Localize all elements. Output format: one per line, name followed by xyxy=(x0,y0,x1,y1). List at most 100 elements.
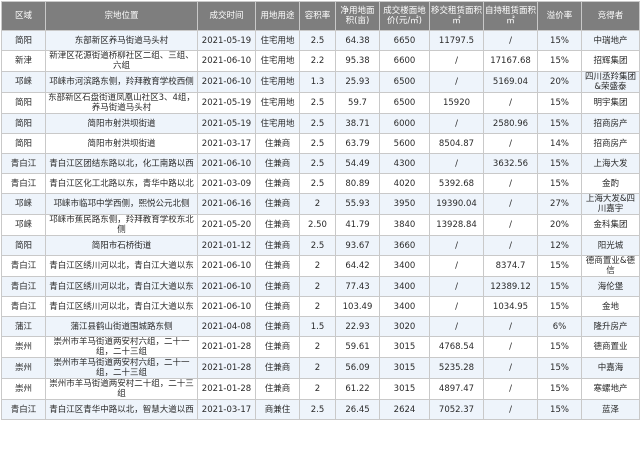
cell-parcel-location: 邛崃市河滨路东侧，羚拜教育学校西侧 xyxy=(45,71,198,93)
cell-net-area: 61.22 xyxy=(335,378,380,400)
cell-floor-price: 3400 xyxy=(379,276,430,297)
table-row: 青白江 青白江区化工北路以东，青华中路以北 2021-03-09 住兼商 2.5 80.8… xyxy=(1,173,640,194)
column-header-parcel-location: 宗地位置 xyxy=(45,1,198,31)
cell-land-use: 住兼商 xyxy=(255,133,300,154)
cell-plot-ratio: 2 xyxy=(299,296,336,317)
cell-self-hold-rental-area: / xyxy=(483,399,538,420)
cell-plot-ratio: 2 xyxy=(299,378,336,400)
cell-district: 青白江 xyxy=(1,276,46,297)
cell-land-use: 住兼商 xyxy=(255,235,300,256)
table-row: 青白江 青白江区绣川河以北，青白江大道以东 2021-06-10 住兼商 2 77.43 3… xyxy=(1,276,640,297)
cell-deal-date: 2021-05-19 xyxy=(197,92,256,114)
table-row: 邛崃 邛崃市蕉民路东侧，羚拜教育学校东北侧 2021-05-20 住兼商 2.50 41.… xyxy=(1,214,640,236)
column-header-winner: 竞得者 xyxy=(581,1,640,31)
cell-deal-date: 2021-06-10 xyxy=(197,153,256,174)
cell-premium-rate: 14% xyxy=(537,133,582,154)
cell-winner: 德商置业&德信 xyxy=(581,255,640,277)
cell-deal-date: 2021-03-17 xyxy=(197,133,256,154)
cell-land-use: 住兼商 xyxy=(255,214,300,236)
cell-transfer-rental-area: 11797.5 xyxy=(429,30,484,51)
cell-net-area: 56.09 xyxy=(335,357,380,379)
cell-premium-rate: 15% xyxy=(537,357,582,379)
cell-district: 青白江 xyxy=(1,153,46,174)
table-row: 崇州 崇州市羊马街道两安村六组，二十一组，二十三组 2021-01-28 住兼商 2 59… xyxy=(1,336,640,358)
cell-self-hold-rental-area: 17167.68 xyxy=(483,50,538,72)
table-row: 邛崃 邛崃市临邛中学西侧，熙悦公元北侧 2021-06-16 住兼商 2 55.93 395… xyxy=(1,193,640,215)
cell-parcel-location: 蒲江县鹤山街道围城路东侧 xyxy=(45,316,198,337)
table-row: 邛崃 邛崃市河滨路东侧，羚拜教育学校西侧 2021-06-10 住宅用地 1.3 25.9… xyxy=(1,71,640,93)
cell-self-hold-rental-area: / xyxy=(483,235,538,256)
cell-premium-rate: 15% xyxy=(537,336,582,358)
table-row: 简阳 东部新区石盘街道凤凰山社区3、4组，养马街道马头村 2021-05-19 住宅用… xyxy=(1,92,640,114)
cell-floor-price: 4020 xyxy=(379,173,430,194)
cell-land-use: 住兼商 xyxy=(255,193,300,215)
table-row: 崇州 崇州市羊马街道两安村二十组，二十三组 2021-01-28 住兼商 2 61.22 3… xyxy=(1,378,640,400)
cell-winner: 中嘉海 xyxy=(581,357,640,379)
cell-deal-date: 2021-06-10 xyxy=(197,296,256,317)
cell-premium-rate: 15% xyxy=(537,378,582,400)
cell-self-hold-rental-area: / xyxy=(483,193,538,215)
cell-net-area: 80.89 xyxy=(335,173,380,194)
cell-land-use: 住兼商 xyxy=(255,296,300,317)
cell-deal-date: 2021-06-10 xyxy=(197,276,256,297)
cell-net-area: 26.45 xyxy=(335,399,380,420)
cell-district: 崇州 xyxy=(1,357,46,379)
cell-winner: 金科集团 xyxy=(581,214,640,236)
column-header-premium-rate: 溢价率 xyxy=(537,1,582,31)
cell-winner: 海伦堡 xyxy=(581,276,640,297)
cell-floor-price: 2624 xyxy=(379,399,430,420)
cell-land-use: 住宅用地 xyxy=(255,50,300,72)
cell-net-area: 55.93 xyxy=(335,193,380,215)
cell-plot-ratio: 2 xyxy=(299,193,336,215)
cell-premium-rate: 15% xyxy=(537,255,582,277)
column-header-deal-date: 成交时间 xyxy=(197,1,256,31)
cell-transfer-rental-area: 5235.28 xyxy=(429,357,484,379)
cell-self-hold-rental-area: 3632.56 xyxy=(483,153,538,174)
cell-winner: 蓝泽 xyxy=(581,399,640,420)
cell-floor-price: 6000 xyxy=(379,113,430,134)
cell-land-use: 住兼商 xyxy=(255,255,300,277)
cell-plot-ratio: 2 xyxy=(299,255,336,277)
cell-transfer-rental-area: / xyxy=(429,153,484,174)
cell-premium-rate: 12% xyxy=(537,235,582,256)
cell-transfer-rental-area: 8504.87 xyxy=(429,133,484,154)
cell-district: 邛崃 xyxy=(1,71,46,93)
cell-premium-rate: 15% xyxy=(537,50,582,72)
cell-floor-price: 6500 xyxy=(379,71,430,93)
cell-net-area: 63.79 xyxy=(335,133,380,154)
cell-self-hold-rental-area: / xyxy=(483,214,538,236)
cell-winner: 上海大发&四川嘉宇 xyxy=(581,193,640,215)
cell-plot-ratio: 2.5 xyxy=(299,133,336,154)
cell-transfer-rental-area: 5392.68 xyxy=(429,173,484,194)
cell-premium-rate: 15% xyxy=(537,30,582,51)
cell-parcel-location: 东部新区养马街道马头村 xyxy=(45,30,198,51)
cell-transfer-rental-area: 19390.04 xyxy=(429,193,484,215)
cell-winner: 上海大发 xyxy=(581,153,640,174)
cell-net-area: 93.67 xyxy=(335,235,380,256)
cell-transfer-rental-area: / xyxy=(429,71,484,93)
column-header-floor-price: 成交楼面地价(元/㎡) xyxy=(379,1,430,31)
cell-district: 简阳 xyxy=(1,133,46,154)
cell-plot-ratio: 2.5 xyxy=(299,235,336,256)
cell-district: 青白江 xyxy=(1,296,46,317)
cell-district: 邛崃 xyxy=(1,214,46,236)
cell-premium-rate: 27% xyxy=(537,193,582,215)
cell-plot-ratio: 2.5 xyxy=(299,173,336,194)
table-row: 简阳 简阳市射洪坝街道 2021-03-17 住兼商 2.5 63.79 5600 8504.… xyxy=(1,133,640,154)
cell-district: 青白江 xyxy=(1,173,46,194)
cell-premium-rate: 15% xyxy=(537,399,582,420)
cell-land-use: 住兼商 xyxy=(255,378,300,400)
cell-parcel-location: 青白江区绣川河以北，青白江大道以东 xyxy=(45,255,198,277)
cell-parcel-location: 崇州市羊马街道两安村六组，二十一组，二十三组 xyxy=(45,357,198,379)
cell-winner: 阳光城 xyxy=(581,235,640,256)
cell-floor-price: 5600 xyxy=(379,133,430,154)
cell-winner: 招商房产 xyxy=(581,113,640,134)
cell-premium-rate: 6% xyxy=(537,316,582,337)
cell-plot-ratio: 2.5 xyxy=(299,399,336,420)
cell-transfer-rental-area: / xyxy=(429,50,484,72)
cell-self-hold-rental-area: 1034.95 xyxy=(483,296,538,317)
cell-district: 青白江 xyxy=(1,255,46,277)
cell-parcel-location: 邛崃市临邛中学西侧，熙悦公元北侧 xyxy=(45,193,198,215)
cell-premium-rate: 15% xyxy=(537,92,582,114)
cell-deal-date: 2021-06-10 xyxy=(197,255,256,277)
